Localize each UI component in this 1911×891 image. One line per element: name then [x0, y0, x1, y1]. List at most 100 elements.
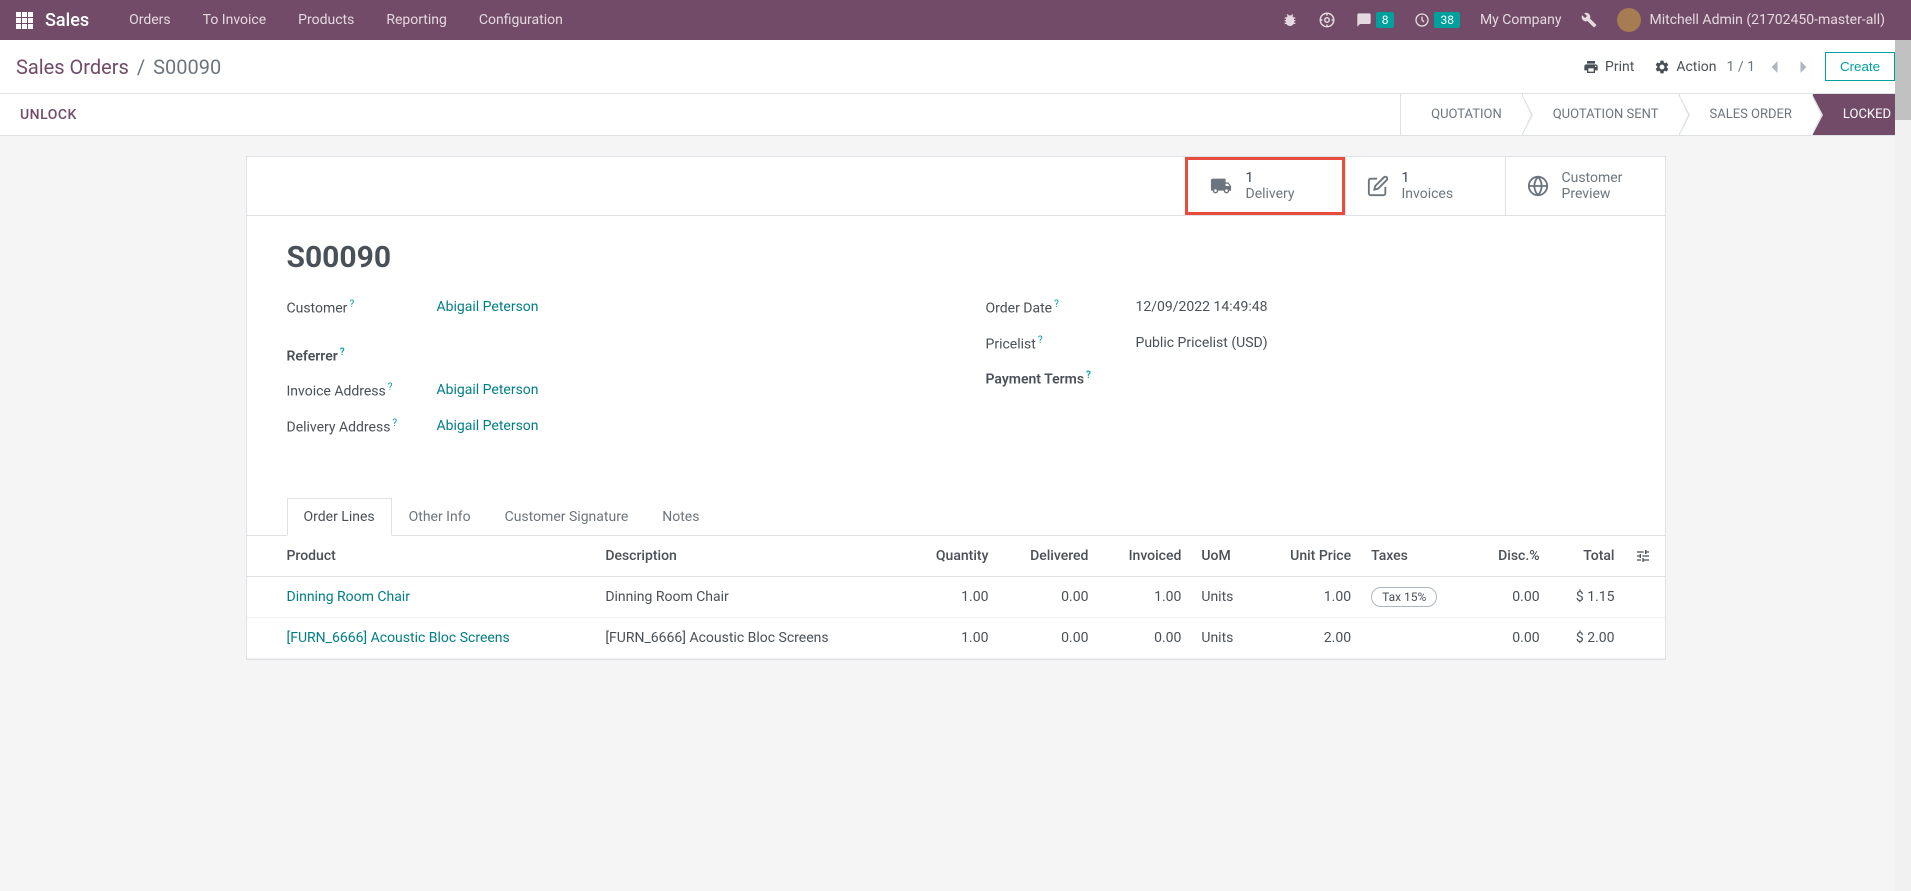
company-switcher[interactable]: My Company — [1470, 12, 1572, 28]
nav-to-invoice[interactable]: To Invoice — [187, 12, 283, 28]
stat-buttons: 1 Delivery 1 Invoices Customer — [247, 157, 1665, 216]
th-product[interactable]: Product — [247, 536, 596, 577]
th-disc[interactable]: Disc.% — [1471, 536, 1549, 577]
th-unit-price[interactable]: Unit Price — [1258, 536, 1361, 577]
user-name: Mitchell Admin (21702450-master-all) — [1649, 12, 1885, 28]
top-nav: Sales Orders To Invoice Products Reporti… — [0, 0, 1911, 40]
sheet-body: S00090 Customer? Abigail Peterson Referr… — [247, 216, 1665, 478]
pager-text: 1 / 1 — [1727, 59, 1755, 75]
preview-line1: Customer — [1562, 170, 1623, 186]
table-row[interactable]: [FURN_6666] Acoustic Bloc Screens [FURN_… — [247, 617, 1665, 658]
columns-settings-icon — [1635, 548, 1651, 564]
field-customer: Customer? Abigail Peterson — [287, 299, 926, 317]
delivery-count: 1 — [1246, 170, 1295, 186]
scrollbar[interactable] — [1895, 40, 1911, 891]
tab-order-lines[interactable]: Order Lines — [287, 498, 392, 536]
apps-icon[interactable] — [16, 12, 33, 29]
field-order-date: Order Date? 12/09/2022 14:49:48 — [986, 299, 1625, 317]
stage-quotation-sent[interactable]: QUOTATION SENT — [1522, 94, 1679, 135]
cell-unit-price: 2.00 — [1258, 617, 1361, 658]
messaging-icon[interactable]: 8 — [1346, 12, 1405, 28]
print-label: Print — [1605, 59, 1634, 75]
print-button[interactable]: Print — [1573, 53, 1644, 81]
field-grid: Customer? Abigail Peterson Referrer? Inv… — [287, 299, 1625, 454]
referrer-label: Referrer? — [287, 347, 437, 365]
pager-prev[interactable] — [1763, 56, 1785, 78]
stat-preview-button[interactable]: Customer Preview — [1505, 157, 1665, 215]
bug-icon[interactable] — [1272, 12, 1308, 28]
app-brand[interactable]: Sales — [45, 10, 89, 31]
breadcrumb-parent[interactable]: Sales Orders — [16, 55, 129, 79]
activities-badge: 38 — [1434, 12, 1460, 28]
table-row[interactable]: Dinning Room Chair Dinning Room Chair 1.… — [247, 576, 1665, 617]
th-taxes[interactable]: Taxes — [1361, 536, 1471, 577]
pager: 1 / 1 — [1727, 56, 1815, 78]
field-payment-terms: Payment Terms? — [986, 370, 1625, 388]
nav-orders[interactable]: Orders — [113, 12, 187, 28]
cell-invoiced: 0.00 — [1098, 617, 1191, 658]
action-button[interactable]: Action — [1644, 53, 1726, 81]
gear-icon — [1654, 59, 1670, 75]
th-delivered[interactable]: Delivered — [998, 536, 1098, 577]
control-bar: Sales Orders / S00090 Print Action 1 / 1… — [0, 40, 1911, 94]
cell-total: $ 2.00 — [1550, 617, 1625, 658]
cell-delivered: 0.00 — [998, 576, 1098, 617]
cell-disc: 0.00 — [1471, 576, 1549, 617]
stage-quotation[interactable]: QUOTATION — [1400, 94, 1522, 135]
field-invoice-address: Invoice Address? Abigail Peterson — [287, 382, 926, 400]
main-content: 1 Delivery 1 Invoices Customer — [0, 136, 1911, 680]
stage-sales-order[interactable]: SALES ORDER — [1679, 94, 1812, 135]
unlock-button[interactable]: UNLOCK — [0, 107, 97, 123]
cell-delivered: 0.00 — [998, 617, 1098, 658]
support-icon[interactable] — [1308, 11, 1346, 29]
cell-description: [FURN_6666] Acoustic Bloc Screens — [595, 617, 906, 658]
th-settings[interactable] — [1625, 536, 1665, 577]
delivery-label: Delivery — [1246, 186, 1295, 202]
tab-customer-signature[interactable]: Customer Signature — [488, 498, 646, 536]
order-date-label: Order Date? — [986, 299, 1136, 317]
nav-products[interactable]: Products — [282, 12, 370, 28]
product-link[interactable]: Dinning Room Chair — [287, 589, 410, 605]
tab-notes[interactable]: Notes — [645, 498, 716, 536]
th-description[interactable]: Description — [595, 536, 906, 577]
cell-uom: Units — [1191, 576, 1257, 617]
delivery-addr-label: Delivery Address? — [287, 418, 437, 436]
tools-icon[interactable] — [1571, 12, 1607, 28]
activities-icon[interactable]: 38 — [1404, 12, 1470, 28]
customer-value[interactable]: Abigail Peterson — [437, 299, 539, 315]
order-lines-table: Product Description Quantity Delivered I… — [247, 536, 1665, 659]
preview-line2: Preview — [1562, 186, 1623, 202]
messages-badge: 8 — [1376, 12, 1395, 28]
user-menu[interactable]: Mitchell Admin (21702450-master-all) — [1607, 8, 1895, 32]
cell-unit-price: 1.00 — [1258, 576, 1361, 617]
scrollbar-thumb[interactable] — [1895, 40, 1911, 120]
payment-terms-label: Payment Terms? — [986, 370, 1136, 388]
invoice-addr-value[interactable]: Abigail Peterson — [437, 382, 539, 398]
invoices-label: Invoices — [1402, 186, 1454, 202]
print-icon — [1583, 59, 1599, 75]
stat-delivery-button[interactable]: 1 Delivery — [1185, 157, 1345, 215]
cell-taxes: Tax 15% — [1361, 576, 1471, 617]
nav-reporting[interactable]: Reporting — [370, 12, 463, 28]
customer-label: Customer? — [287, 299, 437, 317]
th-total[interactable]: Total — [1550, 536, 1625, 577]
pricelist-value: Public Pricelist (USD) — [1136, 335, 1268, 351]
cell-uom: Units — [1191, 617, 1257, 658]
breadcrumb-sep: / — [137, 55, 145, 79]
create-button[interactable]: Create — [1825, 52, 1895, 81]
truck-icon — [1208, 175, 1234, 197]
th-invoiced[interactable]: Invoiced — [1098, 536, 1191, 577]
th-quantity[interactable]: Quantity — [906, 536, 999, 577]
stat-invoices-button[interactable]: 1 Invoices — [1345, 157, 1505, 215]
tab-other-info[interactable]: Other Info — [392, 498, 488, 536]
form-sheet: 1 Delivery 1 Invoices Customer — [246, 156, 1666, 660]
delivery-addr-value[interactable]: Abigail Peterson — [437, 418, 539, 434]
tax-badge: Tax 15% — [1371, 587, 1437, 607]
pricelist-label: Pricelist? — [986, 335, 1136, 353]
breadcrumb: Sales Orders / S00090 — [16, 55, 221, 79]
nav-configuration[interactable]: Configuration — [463, 12, 579, 28]
th-uom[interactable]: UoM — [1191, 536, 1257, 577]
pager-next[interactable] — [1793, 56, 1815, 78]
action-label: Action — [1676, 59, 1716, 75]
product-link[interactable]: [FURN_6666] Acoustic Bloc Screens — [287, 630, 510, 646]
